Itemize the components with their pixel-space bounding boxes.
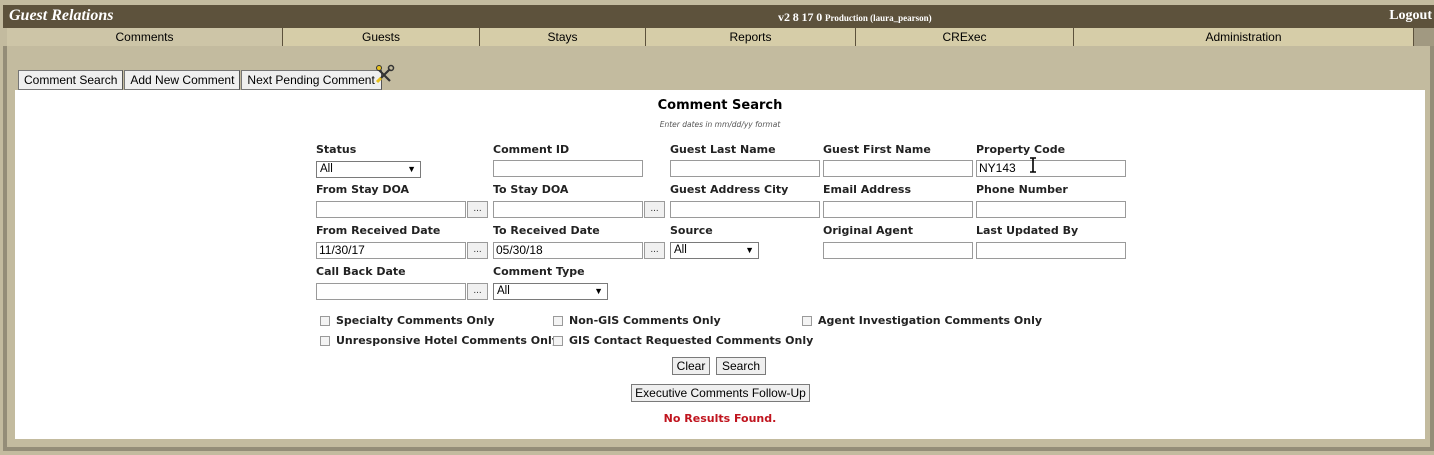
from-received-date-picker-button[interactable]: ... <box>467 242 488 259</box>
version-major: v2 <box>778 10 790 24</box>
unresponsive-hotel-checkbox[interactable] <box>320 336 330 346</box>
frame-left-border <box>3 46 7 450</box>
guest-first-name-label: Guest First Name <box>823 143 931 156</box>
agent-investigation-checkbox[interactable] <box>802 316 812 326</box>
last-updated-by-label: Last Updated By <box>976 224 1079 237</box>
form-title: Comment Search <box>657 98 783 113</box>
email-address-label: Email Address <box>823 183 912 196</box>
comment-search-button[interactable]: Comment Search <box>18 70 124 90</box>
gis-contact-requested-label: GIS Contact Requested Comments Only <box>569 334 814 347</box>
executive-follow-up-button[interactable]: Executive Comments Follow-Up <box>631 384 810 402</box>
sub-toolbar: Comment Search Add New Comment Next Pend… <box>18 70 383 90</box>
tab-stays[interactable]: Stays <box>479 28 645 46</box>
phone-number-input[interactable] <box>976 201 1126 218</box>
chevron-down-icon: ▼ <box>594 286 603 296</box>
source-select-value: All <box>674 244 687 256</box>
call-back-date-label: Call Back Date <box>316 265 406 278</box>
chevron-down-icon: ▼ <box>407 164 416 174</box>
guest-address-city-label: Guest Address City <box>670 183 789 196</box>
to-stay-doa-input[interactable] <box>493 201 643 218</box>
non-gis-comments-label: Non-GIS Comments Only <box>569 314 721 327</box>
comment-id-input[interactable] <box>493 160 643 177</box>
source-select[interactable]: All ▼ <box>670 242 759 259</box>
add-new-comment-button[interactable]: Add New Comment <box>124 70 241 90</box>
chevron-down-icon: ▼ <box>745 245 754 255</box>
guest-first-name-input[interactable] <box>823 160 973 177</box>
from-stay-doa-date-picker-button[interactable]: ... <box>467 201 488 218</box>
specialty-comments-checkbox[interactable] <box>320 316 330 326</box>
from-received-date-input[interactable]: 11/30/17 <box>316 242 466 259</box>
email-address-input[interactable] <box>823 201 973 218</box>
tab-comments[interactable]: Comments <box>7 28 282 46</box>
to-stay-doa-date-picker-button[interactable]: ... <box>644 201 665 218</box>
to-received-date-picker-button[interactable]: ... <box>644 242 665 259</box>
frame-bottom-border <box>3 447 1434 451</box>
comment-search-panel: Comment Search Enter dates in mm/dd/yy f… <box>15 90 1425 439</box>
unresponsive-hotel-label: Unresponsive Hotel Comments Only <box>336 334 559 347</box>
app-title: Guest Relations <box>9 7 114 24</box>
agent-investigation-label: Agent Investigation Comments Only <box>818 314 1043 327</box>
non-gis-comments-checkbox[interactable] <box>553 316 563 326</box>
comment-type-label: Comment Type <box>493 265 585 278</box>
environment-label: Production (laura_pearson) <box>825 13 932 23</box>
tab-reports[interactable]: Reports <box>645 28 855 46</box>
from-received-date-label: From Received Date <box>316 224 441 237</box>
tab-bar-end <box>1414 28 1434 46</box>
from-stay-doa-input[interactable] <box>316 201 466 218</box>
guest-last-name-label: Guest Last Name <box>670 143 776 156</box>
main-tabs: Comments Guests Stays Reports CRExec Adm… <box>7 28 1414 46</box>
scissors-tools-icon[interactable] <box>375 64 395 84</box>
original-agent-input[interactable] <box>823 242 973 259</box>
guest-last-name-input[interactable] <box>670 160 820 177</box>
status-select[interactable]: All ▼ <box>316 161 421 178</box>
no-results-message: No Results Found. <box>663 412 777 425</box>
property-code-input[interactable]: NY143 <box>976 160 1126 177</box>
status-label: Status <box>316 143 357 156</box>
call-back-date-picker-button[interactable]: ... <box>467 283 488 300</box>
phone-number-label: Phone Number <box>976 183 1068 196</box>
property-code-label: Property Code <box>976 143 1066 156</box>
to-received-date-label: To Received Date <box>493 224 600 237</box>
comment-type-select[interactable]: All ▼ <box>493 283 608 300</box>
to-received-date-input[interactable]: 05/30/18 <box>493 242 643 259</box>
version-minor: 8 <box>792 10 799 24</box>
specialty-comments-label: Specialty Comments Only <box>336 314 495 327</box>
tab-crexec[interactable]: CRExec <box>855 28 1073 46</box>
tab-guests[interactable]: Guests <box>282 28 479 46</box>
original-agent-label: Original Agent <box>823 224 913 237</box>
tab-administration[interactable]: Administration <box>1073 28 1414 46</box>
last-updated-by-input[interactable] <box>976 242 1126 259</box>
from-stay-doa-label: From Stay DOA <box>316 183 410 196</box>
date-format-hint: Enter dates in mm/dd/yy format <box>659 120 781 129</box>
app-window: Guest Relations v2 8 17 0 Production (la… <box>0 0 1434 455</box>
version-patch: 17 <box>801 10 814 24</box>
comment-type-select-value: All <box>497 285 510 297</box>
status-select-value: All <box>320 163 333 175</box>
source-label: Source <box>670 224 713 237</box>
version-info: v2 8 17 0 Production (laura_pearson) <box>778 10 932 25</box>
title-bar: Guest Relations v2 8 17 0 Production (la… <box>3 5 1434 28</box>
frame-right-border <box>1430 46 1434 450</box>
search-button[interactable]: Search <box>716 357 766 375</box>
version-build: 0 <box>816 10 823 24</box>
next-pending-comment-button[interactable]: Next Pending Comment <box>241 70 383 90</box>
call-back-date-input[interactable] <box>316 283 466 300</box>
logout-link[interactable]: Logout <box>1389 8 1432 24</box>
guest-address-city-input[interactable] <box>670 201 820 218</box>
clear-button[interactable]: Clear <box>672 357 710 375</box>
to-stay-doa-label: To Stay DOA <box>493 183 569 196</box>
comment-id-label: Comment ID <box>493 143 570 156</box>
text-cursor-icon <box>1030 157 1036 173</box>
gis-contact-requested-checkbox[interactable] <box>553 336 563 346</box>
